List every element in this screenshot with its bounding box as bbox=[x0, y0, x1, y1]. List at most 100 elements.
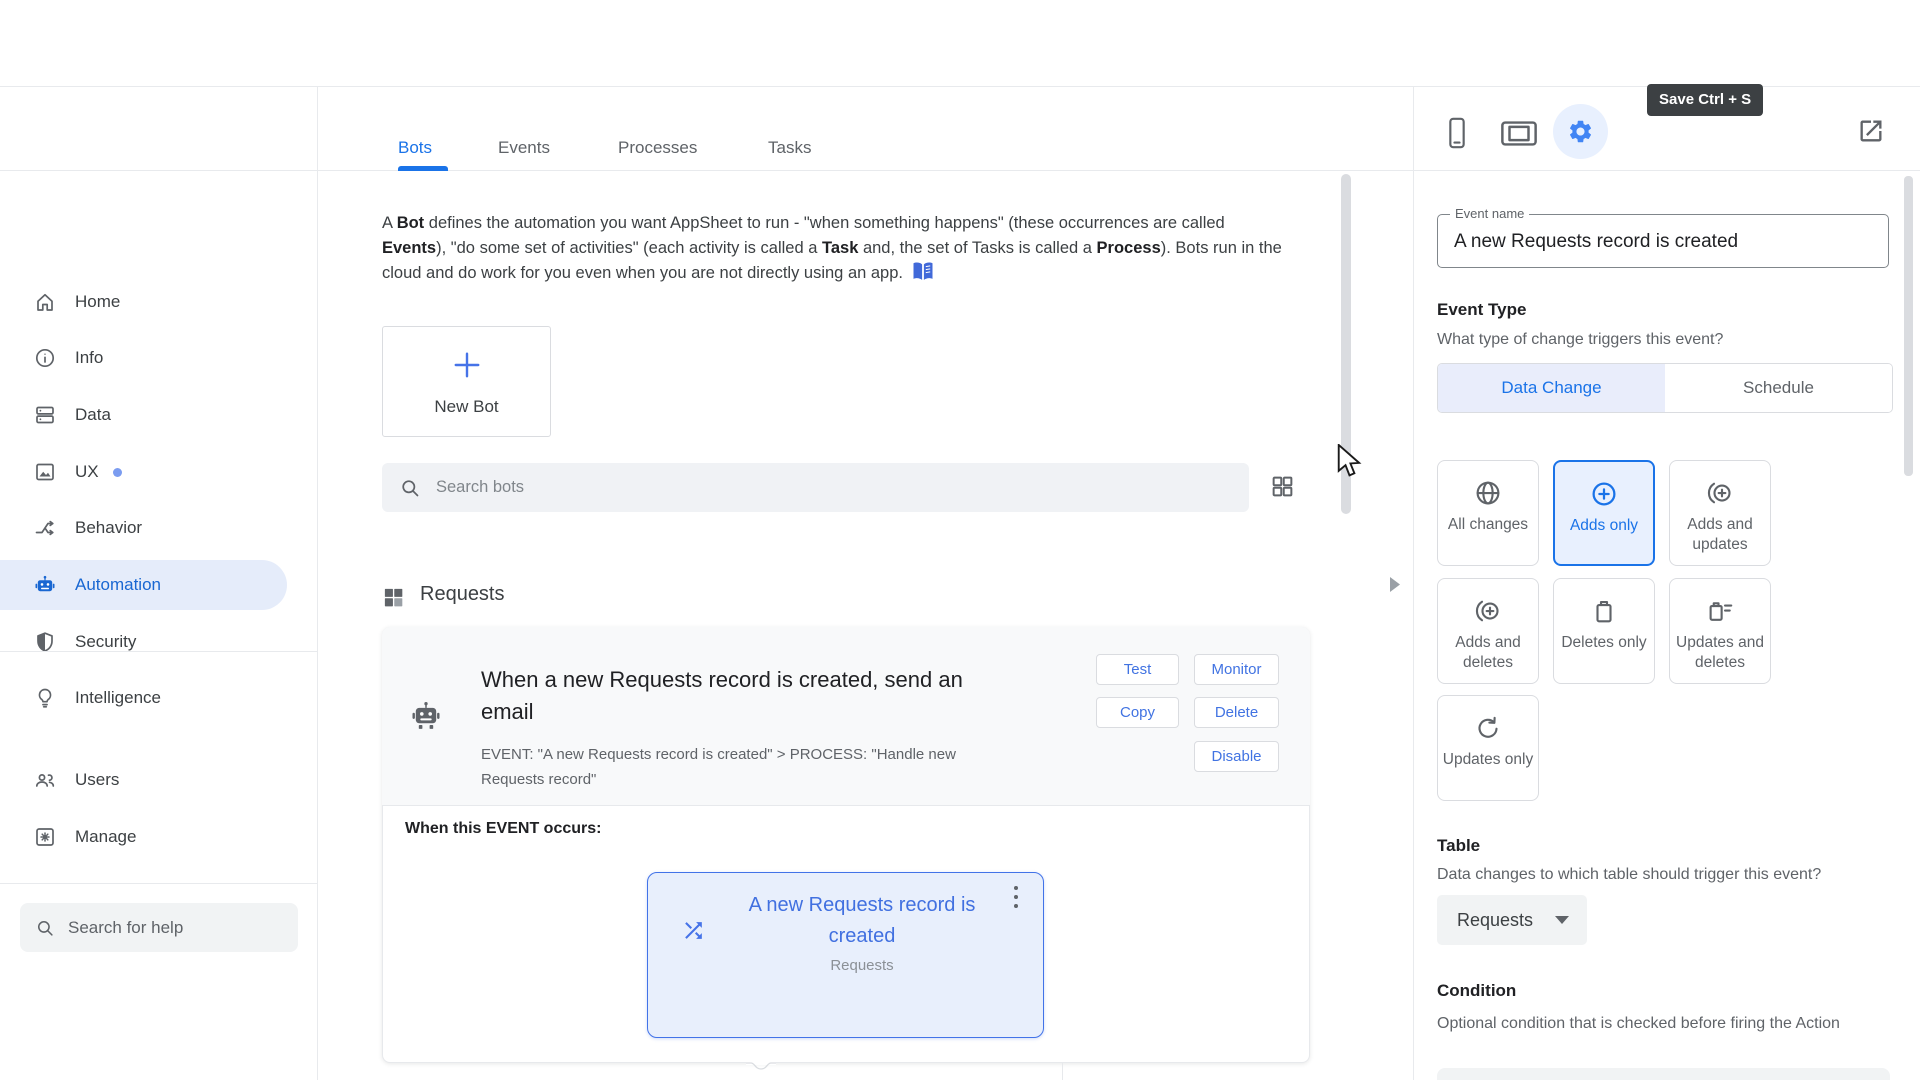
tablet-preview-icon[interactable] bbox=[1500, 120, 1538, 147]
bots-description: A Bot defines the automation you want Ap… bbox=[382, 211, 1287, 286]
condition-description: Optional condition that is checked befor… bbox=[1437, 1015, 1840, 1032]
plus-icon bbox=[449, 347, 485, 383]
copy-button[interactable]: Copy bbox=[1096, 697, 1179, 728]
tab-events[interactable]: Events bbox=[498, 138, 550, 158]
option-label: Adds and deletes bbox=[1455, 634, 1521, 671]
settings-tab-active[interactable] bbox=[1553, 104, 1608, 159]
event-type-question: What type of change triggers this event? bbox=[1437, 331, 1724, 348]
split-arrows-icon bbox=[33, 516, 57, 540]
condition-input-partial[interactable] bbox=[1437, 1068, 1890, 1080]
table-dropdown-value: Requests bbox=[1457, 909, 1534, 930]
sidebar-item-label: Users bbox=[75, 770, 120, 789]
event-node-title: A new Requests record is created bbox=[748, 894, 976, 947]
bots-description-text: A Bot defines the automation you want Ap… bbox=[382, 214, 1282, 282]
delete-button[interactable]: Delete bbox=[1194, 697, 1279, 728]
option-all-changes[interactable]: All changes bbox=[1437, 460, 1539, 566]
header-divider bbox=[0, 170, 1920, 171]
collapse-arrow-icon[interactable] bbox=[1388, 575, 1402, 594]
phone-preview-icon[interactable] bbox=[1447, 116, 1467, 150]
tab-processes[interactable]: Processes bbox=[618, 138, 697, 158]
bot-title: When a new Requests record is created, s… bbox=[481, 667, 963, 724]
option-label: Updates only bbox=[1442, 751, 1534, 768]
sidebar-divider bbox=[0, 883, 317, 884]
notification-dot bbox=[113, 468, 122, 477]
toggle-data-change[interactable]: Data Change bbox=[1438, 364, 1665, 412]
lower-box-edge bbox=[1062, 1063, 1063, 1080]
monitor-button[interactable]: Monitor bbox=[1194, 654, 1279, 685]
users-icon bbox=[33, 768, 57, 792]
event-name-field: Event name bbox=[1437, 206, 1889, 268]
sidebar-item-label: Home bbox=[75, 292, 121, 311]
add-arc-icon bbox=[1705, 478, 1735, 508]
grid-view-icon[interactable] bbox=[1270, 474, 1295, 499]
sidebar-item-behavior[interactable]: Behavior bbox=[0, 503, 317, 553]
tab-tasks[interactable]: Tasks bbox=[768, 138, 811, 158]
docs-book-icon[interactable] bbox=[911, 261, 935, 282]
search-icon bbox=[34, 917, 56, 939]
save-tooltip: Save Ctrl + S bbox=[1647, 84, 1764, 116]
sidebar-item-data[interactable]: Data bbox=[0, 390, 317, 440]
help-search-box bbox=[20, 903, 298, 952]
requests-section-title: Requests bbox=[420, 583, 505, 605]
bot-robot-icon bbox=[408, 698, 444, 734]
option-deletes-only[interactable]: Deletes only bbox=[1553, 578, 1655, 684]
event-node-text: A new Requests record is created Request… bbox=[707, 890, 1017, 974]
test-button[interactable]: Test bbox=[1096, 654, 1179, 685]
new-bot-button[interactable]: New Bot bbox=[382, 326, 551, 437]
new-bot-label: New Bot bbox=[434, 396, 499, 416]
home-icon bbox=[33, 290, 57, 314]
open-in-new-icon[interactable] bbox=[1857, 117, 1885, 145]
info-icon bbox=[33, 346, 57, 370]
sidebar-item-label: Automation bbox=[75, 575, 161, 594]
sidebar-item-users[interactable]: Users bbox=[0, 755, 317, 805]
add-circle-icon bbox=[1589, 479, 1619, 509]
search-bots-box bbox=[382, 463, 1249, 512]
option-adds-only[interactable]: Adds only bbox=[1553, 460, 1655, 566]
sidebar-item-label: Data bbox=[75, 405, 111, 424]
condition-title: Condition bbox=[1437, 981, 1517, 1000]
gear-icon bbox=[1567, 118, 1594, 145]
panel-divider bbox=[1413, 86, 1414, 1080]
event-node-table: Requests bbox=[830, 957, 894, 974]
main-scrollbar[interactable] bbox=[1341, 174, 1351, 514]
option-updates-only[interactable]: Updates only bbox=[1437, 695, 1539, 801]
trash-sweep-icon bbox=[1705, 596, 1735, 626]
sidebar-item-info[interactable]: Info bbox=[0, 333, 317, 383]
disable-button[interactable]: Disable bbox=[1194, 741, 1279, 772]
sidebar-item-security[interactable]: Security bbox=[0, 617, 317, 667]
sidebar-item-automation[interactable]: Automation bbox=[0, 560, 287, 610]
refresh-icon bbox=[1473, 713, 1503, 743]
help-search-input[interactable] bbox=[66, 916, 280, 939]
add-arc-icon bbox=[1473, 596, 1503, 626]
search-bots-input[interactable] bbox=[434, 477, 1138, 498]
table-dropdown[interactable]: Requests bbox=[1437, 895, 1587, 945]
sidebar-item-label: Behavior bbox=[75, 518, 143, 537]
connector-notch bbox=[746, 1056, 776, 1070]
table-question: Data changes to which table should trigg… bbox=[1437, 866, 1822, 883]
sidebar-item-ux[interactable]: UX bbox=[0, 447, 317, 497]
toggle-schedule[interactable]: Schedule bbox=[1665, 364, 1892, 412]
tab-bots[interactable]: Bots bbox=[398, 138, 432, 158]
option-updates-and-deletes[interactable]: Updates and deletes bbox=[1669, 578, 1771, 684]
option-label: All changes bbox=[1447, 516, 1529, 533]
sidebar-item-manage[interactable]: Manage bbox=[0, 812, 317, 862]
panel-scrollbar[interactable] bbox=[1904, 176, 1913, 476]
sidebar-item-intelligence[interactable]: Intelligence bbox=[0, 673, 317, 723]
globe-icon bbox=[1473, 478, 1503, 508]
search-icon bbox=[398, 476, 422, 500]
requests-section-icon bbox=[382, 586, 405, 609]
chevron-down-icon bbox=[1555, 916, 1569, 924]
data-icon bbox=[33, 403, 57, 427]
table-title: Table bbox=[1437, 836, 1481, 855]
event-name-input[interactable] bbox=[1452, 216, 1876, 268]
option-adds-and-deletes[interactable]: Adds and deletes bbox=[1437, 578, 1539, 684]
bot-subtitle: EVENT: "A new Requests record is created… bbox=[481, 746, 956, 788]
sidebar-item-home[interactable]: Home bbox=[0, 277, 317, 327]
option-adds-and-updates[interactable]: Adds and updates bbox=[1669, 460, 1771, 566]
option-label: Adds and updates bbox=[1687, 516, 1753, 553]
sidebar-item-label: Manage bbox=[75, 827, 137, 846]
event-type-title: Event Type bbox=[1437, 300, 1527, 319]
image-icon bbox=[33, 460, 57, 484]
sidebar-item-label: Info bbox=[75, 348, 104, 367]
lightbulb-icon bbox=[33, 686, 57, 710]
